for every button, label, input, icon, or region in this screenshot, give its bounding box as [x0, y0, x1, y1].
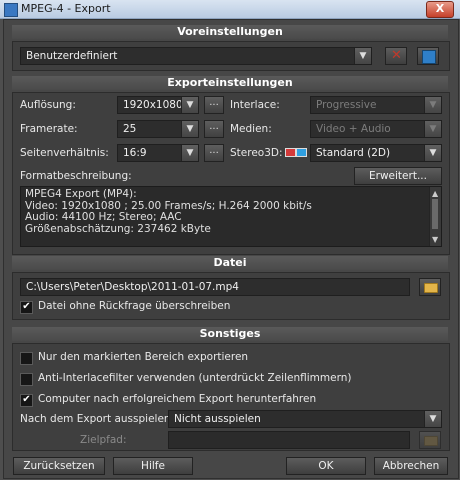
stereo3d-dropdown[interactable]: Standard (2D) ▼ [310, 144, 442, 162]
chevron-down-icon: ▼ [424, 97, 441, 113]
media-label: Medien: [230, 123, 272, 135]
close-button[interactable]: X [426, 1, 454, 18]
aspect-more-button[interactable]: ... [204, 144, 224, 162]
other-header: Sonstiges [12, 327, 448, 341]
interlace-value: Progressive [316, 99, 377, 111]
file-header: Datei [12, 256, 448, 270]
stereo3d-label: Stereo3D: [230, 147, 283, 159]
resolution-label: Auflösung: [20, 99, 76, 111]
file-path-value: C:\Users\Peter\Desktop\2011-01-07.mp4 [26, 281, 239, 293]
presets-header: Voreinstellungen [12, 25, 448, 39]
aspect-dropdown[interactable]: 16:9 ▼ [117, 144, 199, 162]
preset-value: Benutzerdefiniert [26, 50, 118, 62]
save-icon [422, 50, 436, 64]
framerate-more-button[interactable]: ... [204, 120, 224, 138]
overwrite-label: Datei ohne Rückfrage überschreiben [38, 300, 231, 312]
shutdown-label: Computer nach erfolgreichem Export herun… [38, 393, 317, 405]
format-description-text: MPEG4 Export (MP4): Video: 1920x1080 ; 2… [20, 186, 442, 247]
framerate-label: Framerate: [20, 123, 78, 135]
reset-button[interactable]: Zurücksetzen [13, 457, 105, 475]
play-after-value: Nicht ausspielen [174, 413, 261, 425]
resolution-more-button[interactable]: ... [204, 96, 224, 114]
deinterlace-checkbox[interactable] [20, 373, 33, 386]
browse-folder-button[interactable] [419, 278, 441, 296]
resolution-value: 1920x1080 [123, 99, 183, 111]
format-description-label: Formatbeschreibung: [20, 170, 132, 182]
format-scrollbar[interactable]: ▲ ▼ [429, 187, 441, 246]
target-browse-button[interactable] [419, 431, 441, 449]
title-bar: MPEG-4 - Export X [0, 0, 460, 19]
file-path-field[interactable]: C:\Users\Peter\Desktop\2011-01-07.mp4 [20, 278, 410, 296]
interlace-dropdown[interactable]: Progressive ▼ [310, 96, 442, 114]
target-path-label: Zielpfad: [80, 434, 127, 446]
scroll-thumb[interactable] [432, 199, 438, 229]
play-after-dropdown[interactable]: Nicht ausspielen ▼ [168, 410, 442, 428]
framerate-value: 25 [123, 123, 137, 135]
cancel-button[interactable]: Abbrechen [374, 457, 448, 475]
advanced-button[interactable]: Erweitert... [354, 167, 442, 185]
scroll-up-icon[interactable]: ▲ [432, 188, 438, 200]
interlace-label: Interlace: [230, 99, 280, 111]
chevron-down-icon: ▼ [424, 121, 441, 137]
media-value: Video + Audio [316, 123, 391, 135]
window-title: MPEG-4 - Export [21, 2, 111, 15]
stereo3d-value: Standard (2D) [316, 147, 391, 159]
format-line: MPEG4 Export (MP4): [25, 188, 137, 200]
app-icon [4, 3, 18, 17]
chevron-down-icon: ▼ [424, 411, 441, 427]
chevron-down-icon: ▼ [181, 97, 198, 113]
stereo-glasses-icon [285, 148, 307, 157]
chevron-down-icon: ▼ [181, 121, 198, 137]
folder-icon [424, 436, 438, 446]
preset-dropdown[interactable]: Benutzerdefiniert ▼ [20, 47, 372, 65]
play-after-label: Nach dem Export ausspielen: [20, 413, 175, 425]
delete-preset-button[interactable]: ✕ [385, 47, 407, 65]
folder-icon [424, 283, 438, 293]
aspect-label: Seitenverhältnis: [20, 147, 109, 159]
format-line: Größenabschätzung: 237462 kByte [25, 222, 211, 235]
chevron-down-icon: ▼ [424, 145, 441, 161]
framerate-dropdown[interactable]: 25 ▼ [117, 120, 199, 138]
save-preset-button[interactable] [417, 47, 439, 65]
deinterlace-label: Anti-Interlacefilter verwenden (unterdrü… [38, 372, 352, 384]
resolution-dropdown[interactable]: 1920x1080 ▼ [117, 96, 199, 114]
marked-only-label: Nur den markierten Bereich exportieren [38, 351, 249, 363]
format-line: Audio: 44100 Hz; Stereo; AAC [25, 211, 182, 223]
chevron-down-icon: ▼ [181, 145, 198, 161]
media-dropdown[interactable]: Video + Audio ▼ [310, 120, 442, 138]
scroll-down-icon[interactable]: ▼ [432, 234, 438, 246]
chevron-down-icon: ▼ [354, 48, 371, 64]
marked-only-checkbox[interactable] [20, 352, 33, 365]
ok-button[interactable]: OK [286, 457, 366, 475]
aspect-value: 16:9 [123, 147, 147, 159]
shutdown-checkbox[interactable]: ✔ [20, 394, 33, 407]
export-settings-header: Exporteinstellungen [12, 76, 448, 90]
delete-icon: ✕ [391, 48, 402, 63]
target-path-field[interactable] [168, 431, 410, 449]
overwrite-checkbox[interactable]: ✔ [20, 301, 33, 314]
help-button[interactable]: Hilfe [113, 457, 193, 475]
